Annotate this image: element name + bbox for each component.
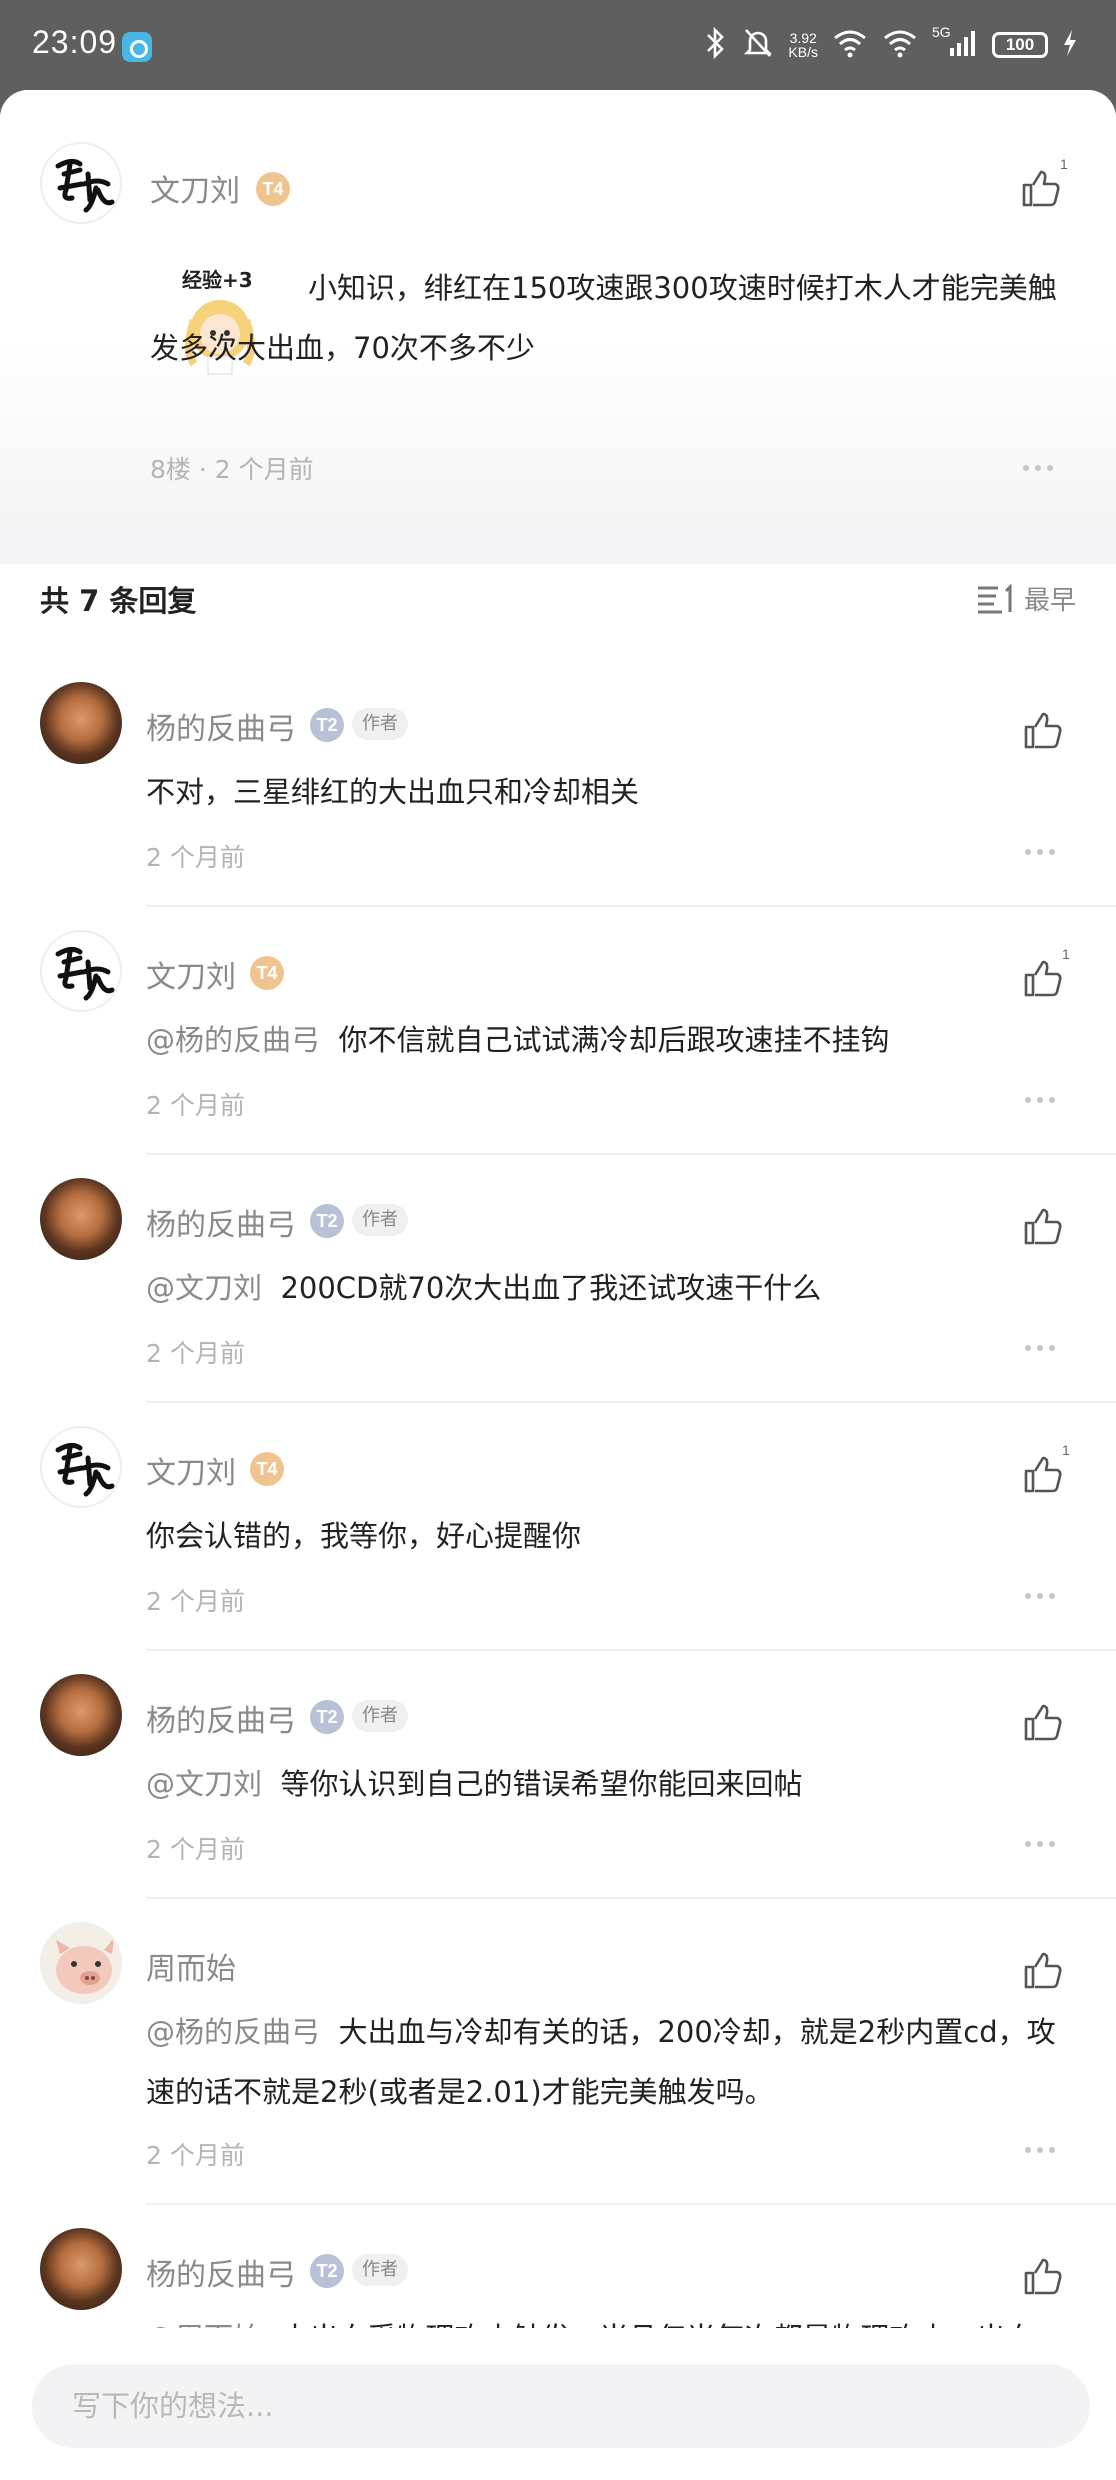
reply-text: @杨的反曲弓 大出血与冷却有关的话，200冷却，就是2秒内置cd，攻速的话不就是…: [146, 2002, 1076, 2122]
sort-button[interactable]: 最早: [976, 580, 1076, 617]
status-icons: 3.92 KB/s 5G 100: [702, 24, 1078, 64]
author-name[interactable]: 文刀刘: [150, 166, 240, 210]
like-icon[interactable]: [1020, 1700, 1064, 1744]
comment-sheet: 文刀刘 T4 1 经验+3 小知识，绯红在150攻速跟300攻速时候打木人才能完…: [0, 90, 1116, 2480]
reply-count-title: 共 7 条回复: [40, 584, 197, 618]
more-options-icon[interactable]: [1020, 458, 1060, 478]
like-count: 1: [1062, 1442, 1070, 1458]
divider: [146, 2203, 1116, 2205]
like-count: 1: [1062, 946, 1070, 962]
reply-author[interactable]: 杨的反曲弓: [146, 704, 296, 748]
author-tag: 作者: [352, 2254, 408, 2286]
level-badge: T4: [256, 172, 290, 206]
status-bar: 23:09 3.92 KB/s 5G 100: [0, 0, 1116, 90]
divider: [146, 1897, 1116, 1899]
more-options-icon[interactable]: [1022, 1338, 1062, 1358]
avatar[interactable]: [40, 682, 122, 764]
like-icon[interactable]: [1020, 1948, 1064, 1992]
avatar[interactable]: [40, 1674, 122, 1756]
sort-icon: [977, 582, 1012, 613]
reply-body: 你不信就自己试试满冷却后跟攻速挂不挂钩: [338, 1023, 890, 1057]
avatar[interactable]: [40, 142, 122, 224]
more-options-icon[interactable]: [1022, 1090, 1062, 1110]
reply-time: 2 个月前: [146, 843, 245, 872]
cellular-signal-icon: 5G: [932, 24, 978, 62]
app-notification-icon: [122, 32, 152, 62]
net-speed: 3.92 KB/s: [788, 30, 818, 60]
reply-text: @文刀刘 等你认识到自己的错误希望你能回来回帖: [146, 1754, 1066, 1814]
author-tag: 作者: [352, 1700, 408, 1732]
comment-input[interactable]: [32, 2364, 1090, 2448]
reply-text: @文刀刘 200CD就70次大出血了我还试攻速干什么: [146, 1258, 1066, 1318]
like-icon[interactable]: [1020, 1452, 1064, 1496]
reply-author[interactable]: 周而始: [146, 1944, 236, 1988]
status-time: 23:09: [32, 24, 118, 60]
avatar[interactable]: [40, 1426, 122, 1508]
bluetooth-icon: [702, 26, 728, 64]
author-tag: 作者: [352, 1204, 408, 1236]
mute-icon: [742, 26, 774, 64]
level-badge: T2: [310, 1700, 344, 1734]
reply-time: 2 个月前: [146, 2141, 245, 2170]
reply-time: 2 个月前: [146, 1091, 245, 1120]
more-options-icon[interactable]: [1022, 842, 1062, 862]
divider: [146, 1153, 1116, 1155]
divider: [146, 905, 1116, 907]
reply-time: 2 个月前: [146, 1835, 245, 1864]
reply-time: 2 个月前: [146, 1587, 245, 1616]
mention-link[interactable]: @杨的反曲弓: [146, 1023, 320, 1057]
charging-icon: [1062, 28, 1078, 62]
avatar[interactable]: [40, 1178, 122, 1260]
divider: [146, 1401, 1116, 1403]
reply-author[interactable]: 杨的反曲弓: [146, 1696, 296, 1740]
level-badge: T2: [310, 1204, 344, 1238]
level-badge: T4: [250, 1452, 284, 1486]
reply-text: @杨的反曲弓 你不信就自己试试满冷却后跟攻速挂不挂钩: [146, 1010, 1066, 1070]
wifi-icon: [832, 28, 868, 62]
reply-text: 你会认错的，我等你，好心提醒你: [146, 1519, 582, 1553]
like-icon[interactable]: [1020, 1204, 1064, 1248]
more-options-icon[interactable]: [1022, 2140, 1062, 2160]
like-icon[interactable]: [1020, 708, 1064, 752]
wifi-icon-2: [882, 28, 918, 62]
main-post: 文刀刘 T4 1 经验+3 小知识，绯红在150攻速跟300攻速时候打木人才能完…: [0, 90, 1116, 538]
like-icon[interactable]: [1020, 2254, 1064, 2298]
reply-body: 200CD就70次大出血了我还试攻速干什么: [280, 1271, 822, 1305]
mention-link[interactable]: @文刀刘: [146, 1271, 262, 1305]
battery-indicator: 100: [992, 32, 1048, 58]
reply-text: 不对，三星绯红的大出血只和冷却相关: [146, 775, 640, 809]
reply-time: 2 个月前: [146, 1339, 245, 1368]
avatar[interactable]: [40, 930, 122, 1012]
divider: [146, 1649, 1116, 1651]
more-options-icon[interactable]: [1022, 1586, 1062, 1606]
post-meta: 8楼 · 2 个月前: [150, 455, 314, 484]
avatar[interactable]: [40, 2228, 122, 2310]
level-badge: T2: [310, 2254, 344, 2288]
reply-author[interactable]: 杨的反曲弓: [146, 1200, 296, 1244]
level-badge: T2: [310, 708, 344, 742]
avatar[interactable]: [40, 1922, 122, 2004]
level-badge: T4: [250, 956, 284, 990]
mention-link[interactable]: @文刀刘: [146, 1767, 262, 1801]
more-options-icon[interactable]: [1022, 1834, 1062, 1854]
reply-author[interactable]: 文刀刘: [146, 1448, 236, 1492]
post-text: 小知识，绯红在150攻速跟300攻速时候打木人才能完美触发多次大出血，70次不多…: [150, 271, 1057, 365]
like-count: 1: [1060, 156, 1068, 172]
mention-link[interactable]: @杨的反曲弓: [146, 2015, 320, 2049]
reply-author[interactable]: 杨的反曲弓: [146, 2250, 296, 2294]
section-divider: [0, 538, 1116, 564]
like-icon[interactable]: [1020, 956, 1064, 1000]
like-icon[interactable]: [1018, 166, 1062, 210]
reply-body: 等你认识到自己的错误希望你能回来回帖: [280, 1767, 803, 1801]
comment-composer: [0, 2328, 1116, 2480]
reply-author[interactable]: 文刀刘: [146, 952, 236, 996]
author-tag: 作者: [352, 708, 408, 740]
sort-label: 最早: [1023, 586, 1076, 616]
